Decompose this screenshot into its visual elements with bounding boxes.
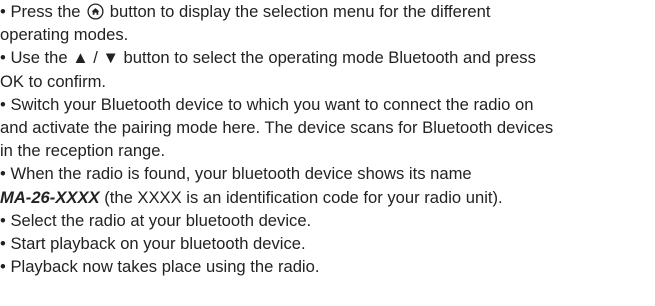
bullet: •	[0, 2, 6, 21]
item4-text-after: (the XXXX is an identification code for …	[99, 187, 503, 207]
instruction-item-1-line-2: operating modes.	[0, 25, 129, 45]
bullet: •	[0, 48, 6, 68]
instruction-item-5: • Select the radio at your bluetooth dev…	[0, 209, 655, 232]
bullet: •	[0, 94, 6, 114]
item5-text: Select the radio at your bluetooth devic…	[10, 210, 312, 230]
instruction-item-3-line-2: and activate the pairing mode here. The …	[0, 117, 554, 137]
bullet: •	[0, 233, 6, 253]
instruction-item-3-line-1: • Switch your Bluetooth device to which …	[0, 93, 655, 116]
item1-text-before: Press the	[10, 2, 86, 21]
item3-text: Switch your Bluetooth device to which yo…	[10, 94, 534, 114]
instruction-item-7: • Playback now takes place using the rad…	[0, 255, 655, 278]
instruction-item-6: • Start playback on your bluetooth devic…	[0, 232, 655, 255]
instruction-item-4-line-2: MA-26-XXXX (the XXXX is an identificatio…	[0, 186, 655, 209]
item2-text: Use the ▲ / ▼ button to select the opera…	[10, 48, 536, 68]
instruction-item-4-line-1: • When the radio is found, your bluetoot…	[0, 162, 655, 185]
item1-text-after: button to display the selection menu for…	[105, 2, 491, 21]
instruction-list: • Press the button to display the select…	[0, 0, 655, 278]
bullet: •	[0, 257, 6, 277]
instruction-item-2-line-2: OK to confirm.	[0, 71, 107, 91]
item6-text: Start playback on your bluetooth device.	[10, 233, 306, 253]
instruction-item-2-line-1: • Use the ▲ / ▼ button to select the ope…	[0, 46, 655, 69]
item7-text: Playback now takes place using the radio…	[10, 257, 320, 277]
instruction-item-1-line-1: • Press the button to display the select…	[0, 0, 655, 23]
instruction-item-3-line-3: in the reception range.	[0, 141, 166, 161]
bullet: •	[0, 210, 6, 230]
device-name: MA-26-XXXX	[0, 187, 100, 207]
bullet: •	[0, 164, 6, 184]
item4-text: When the radio is found, your bluetooth …	[10, 164, 472, 184]
home-button-icon	[87, 3, 104, 20]
